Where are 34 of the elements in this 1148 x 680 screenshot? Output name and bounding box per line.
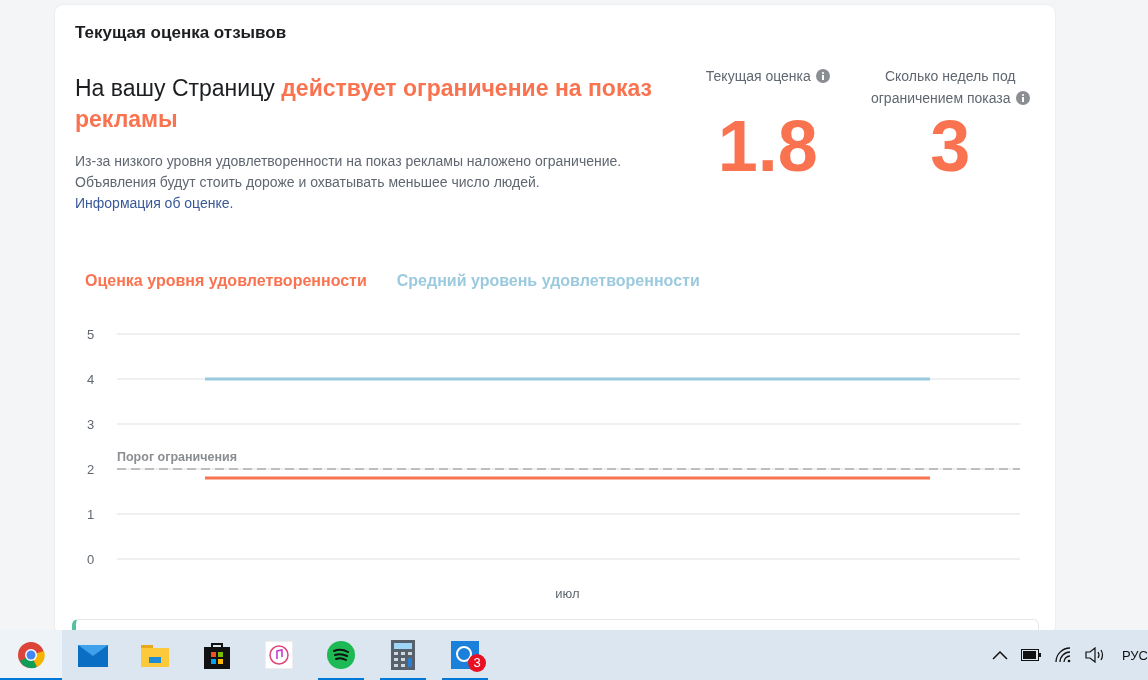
y-tick-label: 5 [87, 327, 95, 342]
info-icon[interactable] [815, 69, 830, 83]
chevron-up-icon[interactable] [991, 650, 1008, 660]
y-tick-label: 0 [87, 552, 95, 567]
threshold-label: Порог ограничения [117, 450, 237, 464]
info-icon[interactable] [1015, 91, 1030, 105]
battery-icon[interactable] [1020, 649, 1041, 661]
wifi-icon[interactable] [1053, 647, 1072, 663]
speaker-icon[interactable] [1084, 647, 1105, 663]
legend-label: Оценка уровня удовлетворенности [85, 272, 367, 290]
calculator-icon [391, 640, 415, 670]
stat-value: 1.8 [717, 106, 818, 186]
shopping-bag-icon [204, 641, 230, 669]
notification-badge: 3 [468, 654, 486, 672]
stat-label: Текущая оценка [705, 68, 811, 84]
music-note-icon [265, 641, 293, 669]
y-tick-label: 4 [87, 372, 95, 387]
y-tick-label: 1 [87, 507, 95, 522]
score-info-link[interactable]: Информация об оценке. [75, 195, 234, 211]
browser-icon [17, 641, 45, 669]
sound-waves-icon [327, 641, 355, 669]
language-indicator[interactable]: РУС [1121, 647, 1148, 663]
folder-icon [141, 643, 169, 667]
description: Из-за низкого уровня удовлетворенности на показ рекламы наложено ограничение. Объявления будут стоить дороже и охватывать меньшее число людей. Информация об оценке. [75, 152, 623, 213]
x-axis-label: июл [555, 586, 580, 601]
y-tick-label: 2 [87, 462, 95, 477]
taskbar-button[interactable]: 3 [434, 630, 496, 680]
headline: На вашу Страницу действует ограничение на показ рекламы [75, 74, 653, 134]
y-tick-label: 3 [87, 417, 95, 432]
stat-value: 3 [930, 106, 971, 186]
card-title: Текущая оценка отзывов [75, 22, 288, 43]
legend-label: Средний уровень удовлетворенности [396, 272, 700, 290]
stat-label: Сколько недель под ограничением показа [870, 68, 1016, 106]
mail-icon [78, 643, 108, 667]
